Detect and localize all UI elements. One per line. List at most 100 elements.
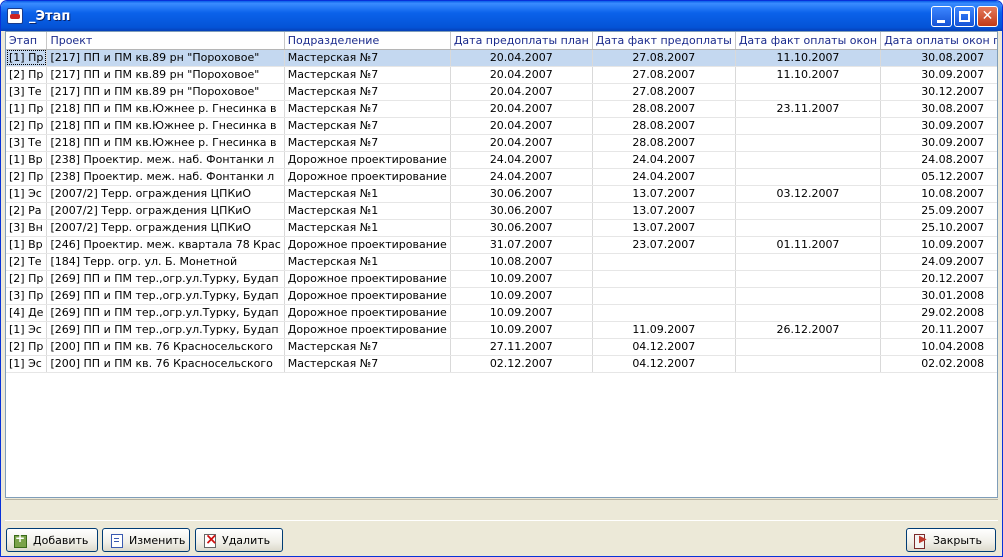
table-row[interactable]: [3] Пр [269] ПП и ПМ тер.,огр.ул.Турку, Б… bbox=[6, 287, 997, 305]
table-cell[interactable]: [2] Пр bbox=[6, 338, 48, 356]
table-cell[interactable]: 02.02.2008 bbox=[880, 355, 997, 373]
table-row[interactable]: [1] Эс [269] ПП и ПМ тер.,огр.ул.Турку, Б… bbox=[6, 321, 997, 339]
table-cell[interactable]: Дорожное проектирование bbox=[284, 304, 451, 322]
table-cell[interactable]: 10.09.2007 bbox=[450, 321, 593, 339]
table-cell[interactable]: Дорожное проектирование bbox=[284, 236, 451, 254]
table-cell[interactable]: 10.08.2007 bbox=[450, 253, 593, 271]
table-cell[interactable]: 10.09.2007 bbox=[450, 304, 593, 322]
column-header[interactable]: Дата предоплаты план bbox=[450, 32, 593, 50]
table-cell[interactable]: [3] Пр bbox=[6, 287, 48, 305]
table-row[interactable]: [1] Пр [218] ПП и ПМ кв.Южнее р. Гнесинка… bbox=[6, 100, 997, 118]
edit-button[interactable]: Изменить bbox=[102, 528, 190, 552]
table-cell[interactable]: 30.09.2007 bbox=[880, 117, 997, 135]
table-cell[interactable]: [217] ПП и ПМ кв.89 рн "Пороховое" bbox=[46, 49, 285, 67]
table-cell[interactable] bbox=[735, 83, 882, 101]
table-cell[interactable]: [218] ПП и ПМ кв.Южнее р. Гнесинка в bbox=[46, 134, 285, 152]
table-row[interactable]: [1] Вр [246] Проектир. меж. квартала 78 К… bbox=[6, 236, 997, 254]
table-cell[interactable]: [2007/2] Терр. ограждения ЦПКиО bbox=[46, 219, 285, 237]
table-cell[interactable]: 11.09.2007 bbox=[592, 321, 736, 339]
table-cell[interactable]: [269] ПП и ПМ тер.,огр.ул.Турку, Будап bbox=[46, 270, 285, 288]
table-cell[interactable]: 28.08.2007 bbox=[592, 117, 736, 135]
table-cell[interactable] bbox=[735, 151, 882, 169]
table-cell[interactable]: [3] Вн bbox=[6, 219, 48, 237]
table-cell[interactable]: 24.04.2007 bbox=[450, 168, 593, 186]
table-cell[interactable]: 30.08.2007 bbox=[880, 100, 997, 118]
table-cell[interactable]: [200] ПП и ПМ кв. 76 Красносельского bbox=[46, 338, 285, 356]
table-row[interactable]: [2] Пр [269] ПП и ПМ тер.,огр.ул.Турку, Б… bbox=[6, 270, 997, 288]
table-cell[interactable]: 20.04.2007 bbox=[450, 117, 593, 135]
table-cell[interactable]: 29.02.2008 bbox=[880, 304, 997, 322]
table-cell[interactable]: 27.08.2007 bbox=[592, 66, 736, 84]
table-cell[interactable]: 23.07.2007 bbox=[592, 236, 736, 254]
table-row[interactable]: [2] Пр [200] ПП и ПМ кв. 76 Красносельско… bbox=[6, 338, 997, 356]
table-cell[interactable]: 26.12.2007 bbox=[735, 321, 882, 339]
table-cell[interactable]: 13.07.2007 bbox=[592, 219, 736, 237]
table-cell[interactable]: [184] Терр. огр. ул. Б. Монетной bbox=[46, 253, 285, 271]
table-cell[interactable]: [217] ПП и ПМ кв.89 рн "Пороховое" bbox=[46, 83, 285, 101]
column-header[interactable]: Дата оплаты окон план bbox=[880, 32, 997, 50]
table-cell[interactable]: 10.08.2007 bbox=[880, 185, 997, 203]
table-cell[interactable]: 20.12.2007 bbox=[880, 270, 997, 288]
table-row[interactable]: [1] Эс [2007/2] Терр. ограждения ЦПКиО Мас… bbox=[6, 185, 997, 203]
table-cell[interactable]: 24.04.2007 bbox=[592, 168, 736, 186]
table-cell[interactable]: [2] Пр bbox=[6, 168, 48, 186]
table-cell[interactable]: [2] Пр bbox=[6, 66, 48, 84]
table-cell[interactable] bbox=[735, 287, 882, 305]
table-cell[interactable]: 27.08.2007 bbox=[592, 49, 736, 67]
table-cell[interactable]: 30.06.2007 bbox=[450, 185, 593, 203]
table-cell[interactable]: 10.09.2007 bbox=[450, 287, 593, 305]
table-cell[interactable]: 03.12.2007 bbox=[735, 185, 882, 203]
table-row[interactable]: [2] Пр [217] ПП и ПМ кв.89 рн "Пороховое"… bbox=[6, 66, 997, 84]
table-cell[interactable] bbox=[735, 202, 882, 220]
table-row[interactable]: [1] Эс [200] ПП и ПМ кв. 76 Красносельско… bbox=[6, 355, 997, 373]
table-cell[interactable]: Мастерская №7 bbox=[284, 83, 451, 101]
table-cell[interactable]: [2] Те bbox=[6, 253, 48, 271]
table-cell[interactable]: 30.01.2008 bbox=[880, 287, 997, 305]
table-cell[interactable]: Мастерская №7 bbox=[284, 66, 451, 84]
table-cell[interactable] bbox=[735, 117, 882, 135]
table-cell[interactable]: 23.11.2007 bbox=[735, 100, 882, 118]
table-cell[interactable]: 11.10.2007 bbox=[735, 49, 882, 67]
table-cell[interactable]: [1] Эс bbox=[6, 185, 48, 203]
column-header[interactable]: Подразделение bbox=[284, 32, 451, 50]
table-cell[interactable]: 05.12.2007 bbox=[880, 168, 997, 186]
table-cell[interactable]: [2007/2] Терр. ограждения ЦПКиО bbox=[46, 185, 285, 203]
table-cell[interactable] bbox=[735, 219, 882, 237]
table-cell[interactable]: Мастерская №1 bbox=[284, 202, 451, 220]
table-cell[interactable]: 24.09.2007 bbox=[880, 253, 997, 271]
table-cell[interactable]: 27.08.2007 bbox=[592, 83, 736, 101]
table-cell[interactable]: [2] Пр bbox=[6, 117, 48, 135]
delete-button[interactable]: Удалить bbox=[195, 528, 283, 552]
table-row[interactable]: [2] Ра [2007/2] Терр. ограждения ЦПКиО Мас… bbox=[6, 202, 997, 220]
table-cell[interactable]: [2] Ра bbox=[6, 202, 48, 220]
table-row[interactable]: [3] Те [217] ПП и ПМ кв.89 рн "Пороховое"… bbox=[6, 83, 997, 101]
table-cell[interactable] bbox=[592, 253, 736, 271]
table-cell[interactable]: [246] Проектир. меж. квартала 78 Крас bbox=[46, 236, 285, 254]
table-cell[interactable]: Мастерская №1 bbox=[284, 253, 451, 271]
table-cell[interactable]: 01.11.2007 bbox=[735, 236, 882, 254]
table-cell[interactable]: [3] Те bbox=[6, 83, 48, 101]
table-cell[interactable]: [217] ПП и ПМ кв.89 рн "Пороховое" bbox=[46, 66, 285, 84]
table-cell[interactable]: 30.09.2007 bbox=[880, 66, 997, 84]
table-cell[interactable]: 11.10.2007 bbox=[735, 66, 882, 84]
table-cell[interactable] bbox=[735, 304, 882, 322]
table-cell[interactable]: [1] Пр bbox=[6, 49, 48, 67]
table-cell[interactable] bbox=[592, 270, 736, 288]
table-cell[interactable]: Мастерская №7 bbox=[284, 134, 451, 152]
table-cell[interactable]: 25.09.2007 bbox=[880, 202, 997, 220]
table-cell[interactable]: 30.12.2007 bbox=[880, 83, 997, 101]
table-cell[interactable]: [1] Пр bbox=[6, 100, 48, 118]
table-cell[interactable]: [1] Вр bbox=[6, 236, 48, 254]
column-header[interactable]: Проект bbox=[46, 32, 285, 50]
table-cell[interactable]: [269] ПП и ПМ тер.,огр.ул.Турку, Будап bbox=[46, 287, 285, 305]
table-cell[interactable]: [200] ПП и ПМ кв. 76 Красносельского bbox=[46, 355, 285, 373]
title-bar[interactable]: _Этап ✕ bbox=[1, 1, 1002, 31]
table-row[interactable]: [2] Пр [218] ПП и ПМ кв.Южнее р. Гнесинка… bbox=[6, 117, 997, 135]
minimize-button[interactable] bbox=[931, 6, 952, 27]
table-cell[interactable]: [238] Проектир. меж. наб. Фонтанки л bbox=[46, 151, 285, 169]
table-cell[interactable] bbox=[735, 270, 882, 288]
table-row[interactable]: [1] Пр [217] ПП и ПМ кв.89 рн "Пороховое"… bbox=[6, 49, 997, 67]
table-cell[interactable]: [2007/2] Терр. ограждения ЦПКиО bbox=[46, 202, 285, 220]
table-cell[interactable]: Дорожное проектирование bbox=[284, 168, 451, 186]
table-cell[interactable]: Мастерская №7 bbox=[284, 355, 451, 373]
